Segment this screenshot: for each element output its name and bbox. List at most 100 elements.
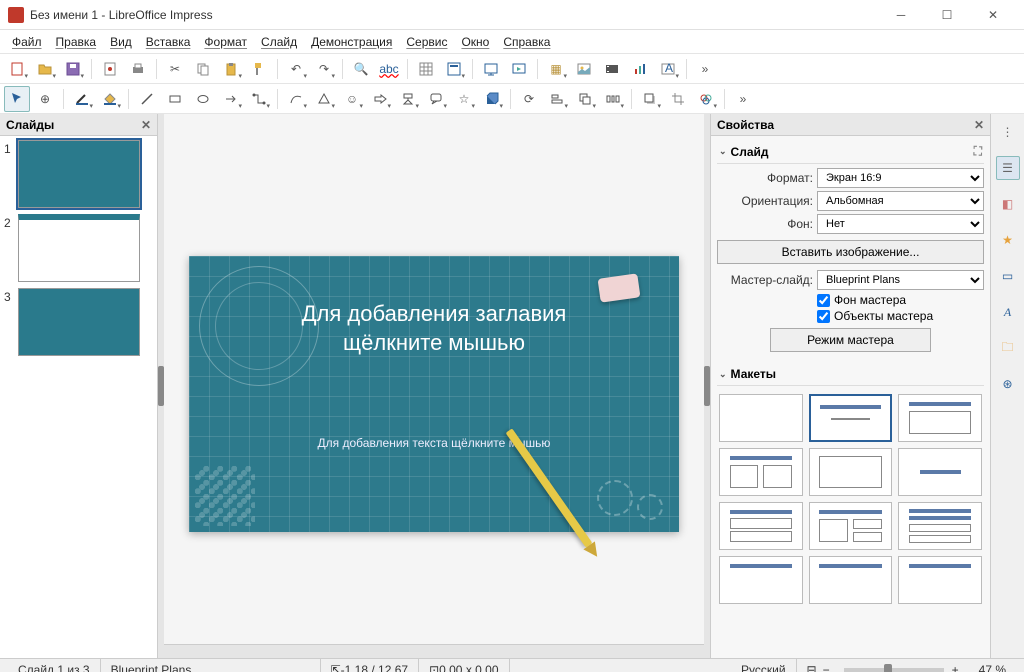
slide-item[interactable]: 3 — [4, 288, 153, 356]
align-tool[interactable] — [544, 86, 570, 112]
slide-thumbnail[interactable] — [18, 140, 140, 208]
slide-canvas[interactable]: Для добавления заглавия щёлкните мышью Д… — [189, 256, 679, 532]
status-lang[interactable]: Русский — [731, 659, 797, 672]
open-button[interactable] — [32, 56, 58, 82]
menu-window[interactable]: Окно — [455, 32, 495, 52]
close-button[interactable]: ✕ — [970, 0, 1016, 30]
spellcheck-button[interactable]: abc — [376, 56, 402, 82]
3d-tool[interactable] — [479, 86, 505, 112]
export-pdf-button[interactable] — [97, 56, 123, 82]
layout-centered[interactable] — [898, 448, 982, 496]
slide-transition-icon[interactable]: ◧ — [996, 192, 1020, 216]
start-show-button[interactable] — [478, 56, 504, 82]
canvas-scroll[interactable]: Для добавления заглавия щёлкните мышью Д… — [164, 114, 704, 644]
layout-content-only[interactable] — [809, 448, 893, 496]
rotate-tool[interactable]: ⟳ — [516, 86, 542, 112]
distribute-tool[interactable] — [600, 86, 626, 112]
grid-button[interactable] — [413, 56, 439, 82]
properties-icon[interactable]: ☰ — [996, 156, 1020, 180]
line-tool[interactable] — [134, 86, 160, 112]
redo-button[interactable]: ↷ — [311, 56, 337, 82]
master-obj-checkbox[interactable] — [817, 310, 830, 323]
flowchart-tool[interactable] — [395, 86, 421, 112]
toolbar-overflow[interactable]: » — [692, 56, 718, 82]
orientation-select[interactable]: Альбомная — [817, 191, 984, 211]
media-button[interactable] — [599, 56, 625, 82]
insert-image-button[interactable]: Вставить изображение... — [717, 240, 984, 264]
zoom-slider[interactable] — [844, 668, 944, 672]
clone-format-button[interactable] — [246, 56, 272, 82]
title-placeholder[interactable]: Для добавления заглавия щёлкните мышью — [189, 300, 679, 357]
table-button[interactable]: ▦ — [543, 56, 569, 82]
shadow-tool[interactable] — [637, 86, 663, 112]
layout-four[interactable] — [898, 502, 982, 550]
master-bg-check[interactable]: Фон мастера — [817, 293, 984, 307]
slide-thumbnail[interactable] — [18, 288, 140, 356]
undo-button[interactable]: ↶ — [283, 56, 309, 82]
filter-tool[interactable] — [693, 86, 719, 112]
gallery-icon[interactable]: 🗀 — [996, 336, 1020, 360]
menu-slide[interactable]: Слайд — [255, 32, 303, 52]
layout-two-rows[interactable] — [719, 502, 803, 550]
minimize-button[interactable]: ─ — [878, 0, 924, 30]
styles-icon[interactable]: A — [996, 300, 1020, 324]
curve-tool[interactable] — [283, 86, 309, 112]
textbox-button[interactable]: A — [655, 56, 681, 82]
basic-shapes-tool[interactable] — [311, 86, 337, 112]
sidebar-menu-icon[interactable]: ⋮ — [996, 120, 1020, 144]
format-select[interactable]: Экран 16:9 — [817, 168, 984, 188]
block-arrows-tool[interactable] — [367, 86, 393, 112]
layout-5[interactable] — [719, 556, 803, 604]
line-color-button[interactable] — [69, 86, 95, 112]
properties-panel-close[interactable]: ✕ — [974, 118, 984, 132]
animation-icon[interactable]: ★ — [996, 228, 1020, 252]
master-mode-button[interactable]: Режим мастера — [770, 328, 930, 352]
layout-6[interactable] — [809, 556, 893, 604]
menu-insert[interactable]: Вставка — [140, 32, 197, 52]
section-slide[interactable]: ⌄ Слайд ⛶ — [717, 140, 984, 164]
navigator-icon[interactable]: ⊛ — [996, 372, 1020, 396]
slide-item[interactable]: 1 — [4, 140, 153, 208]
layout-three[interactable] — [809, 502, 893, 550]
find-button[interactable]: 🔍 — [348, 56, 374, 82]
zoom-tool[interactable]: ⊕ — [32, 86, 58, 112]
menu-edit[interactable]: Правка — [50, 32, 103, 52]
slides-panel-close[interactable]: ✕ — [141, 118, 151, 132]
layout-title[interactable] — [809, 394, 893, 442]
callouts-tool[interactable] — [423, 86, 449, 112]
layout-button[interactable] — [441, 56, 467, 82]
arrange-tool[interactable] — [572, 86, 598, 112]
layout-7[interactable] — [898, 556, 982, 604]
start-current-button[interactable] — [506, 56, 532, 82]
layout-title-content[interactable] — [898, 394, 982, 442]
ellipse-tool[interactable] — [190, 86, 216, 112]
chart-button[interactable] — [627, 56, 653, 82]
splitter-right[interactable] — [704, 114, 710, 658]
select-tool[interactable] — [4, 86, 30, 112]
master-bg-checkbox[interactable] — [817, 294, 830, 307]
fill-color-button[interactable] — [97, 86, 123, 112]
menu-show[interactable]: Демонстрация — [305, 32, 398, 52]
background-select[interactable]: Нет — [817, 214, 984, 234]
section-layouts[interactable]: ⌄ Макеты — [717, 363, 984, 386]
arrow-tool[interactable] — [218, 86, 244, 112]
slide-thumbnail[interactable] — [18, 214, 140, 282]
crop-tool[interactable] — [665, 86, 691, 112]
layout-two-content[interactable] — [719, 448, 803, 496]
menu-format[interactable]: Формат — [198, 32, 253, 52]
hscrollbar[interactable] — [164, 644, 704, 658]
symbol-shapes-tool[interactable]: ☺ — [339, 86, 365, 112]
menu-file[interactable]: Файл — [6, 32, 48, 52]
menu-help[interactable]: Справка — [497, 32, 556, 52]
layout-blank[interactable] — [719, 394, 803, 442]
menu-view[interactable]: Вид — [104, 32, 138, 52]
master-select[interactable]: Blueprint Plans — [817, 270, 984, 290]
save-button[interactable] — [60, 56, 86, 82]
expand-icon[interactable]: ⛶ — [974, 144, 982, 159]
status-zoom[interactable]: 47 % — [969, 659, 1016, 672]
text-placeholder[interactable]: Для добавления текста щёлкните мышью — [189, 436, 679, 450]
connector-tool[interactable] — [246, 86, 272, 112]
image-button[interactable] — [571, 56, 597, 82]
stars-tool[interactable]: ☆ — [451, 86, 477, 112]
slide-item[interactable]: 2 — [4, 214, 153, 282]
